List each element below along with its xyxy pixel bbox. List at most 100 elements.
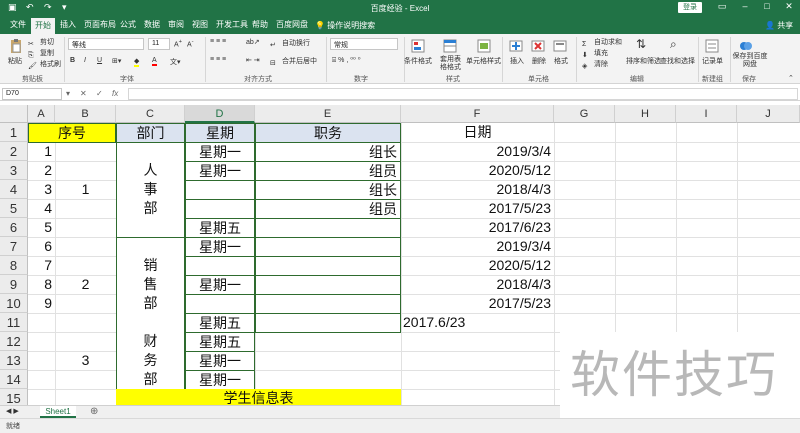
row-header-15[interactable]: 15	[0, 389, 28, 405]
cell-b-group-1[interactable]: 1	[55, 180, 116, 199]
column-header-d[interactable]: D	[185, 105, 255, 123]
cell-a2[interactable]: 1	[28, 142, 55, 161]
close-icon[interactable]: ✕	[782, 1, 796, 12]
delete-cells-icon[interactable]	[530, 38, 546, 54]
save-to-baidu-button[interactable]: 保存到百度网盘	[732, 53, 768, 69]
grow-font-icon[interactable]: A+	[174, 39, 182, 48]
cell-e7[interactable]	[255, 237, 401, 257]
column-header-e[interactable]: E	[255, 105, 401, 123]
cell-a7[interactable]: 6	[28, 237, 55, 256]
row-header-9[interactable]: 9	[0, 275, 28, 294]
cell-a8[interactable]: 7	[28, 256, 55, 275]
cell-e2[interactable]: 组长	[255, 142, 401, 162]
cell-d14[interactable]: 星期一	[185, 370, 255, 390]
column-header-c[interactable]: C	[116, 105, 185, 123]
column-header-h[interactable]: H	[615, 105, 676, 123]
sheet-nav-icon[interactable]: ◀ ▶	[6, 407, 19, 415]
row-header-7[interactable]: 7	[0, 237, 28, 256]
wrap-text-button[interactable]: ↵ 自动换行	[270, 38, 310, 51]
row-header-1[interactable]: 1	[0, 123, 28, 142]
tab-formulas[interactable]: 公式	[120, 19, 136, 30]
cell-e8[interactable]	[255, 256, 401, 276]
record-form-icon[interactable]	[704, 38, 720, 54]
cell-f5[interactable]: 2017/5/23	[401, 199, 554, 218]
shrink-font-icon[interactable]: A-	[187, 39, 194, 48]
find-select-icon[interactable]: ⌕	[670, 37, 677, 52]
dept-hr-cell[interactable]: 人 事 部	[116, 142, 185, 238]
cell-e9[interactable]	[255, 275, 401, 295]
cell-f10[interactable]: 2017/5/23	[401, 294, 554, 313]
sheet-tab-sheet1[interactable]: Sheet1	[40, 406, 76, 418]
share-button[interactable]: 👤 共享	[765, 20, 793, 31]
row-header-3[interactable]: 3	[0, 161, 28, 180]
fill-color-icon[interactable]: ◆	[134, 57, 140, 67]
header-cell-weekday[interactable]: 星期	[185, 123, 255, 143]
cell-e11[interactable]	[255, 313, 401, 333]
cell-styles-icon[interactable]	[476, 38, 492, 54]
insert-function-icon[interactable]: fx	[112, 89, 118, 98]
column-header-a[interactable]: A	[28, 105, 55, 123]
column-header-i[interactable]: I	[676, 105, 737, 123]
cell-a5[interactable]: 4	[28, 199, 55, 218]
horizontal-align-icons[interactable]: ≡ ≡ ≡	[210, 56, 226, 63]
row-header-11[interactable]: 11	[0, 313, 28, 332]
cell-d3[interactable]: 星期一	[185, 161, 255, 181]
format-as-table-icon[interactable]	[442, 38, 458, 54]
row-header-6[interactable]: 6	[0, 218, 28, 237]
merged-title-cell[interactable]: 学生信息表	[116, 389, 401, 405]
minimize-icon[interactable]: –	[738, 1, 752, 11]
cell-d4[interactable]	[185, 180, 255, 200]
paste-icon[interactable]	[8, 38, 24, 54]
tab-review[interactable]: 审阅	[168, 19, 184, 30]
conditional-format-button[interactable]: 条件格式	[404, 56, 432, 66]
delete-button[interactable]: 删除	[532, 56, 546, 66]
enter-icon[interactable]: ✓	[96, 89, 103, 98]
format-painter-button[interactable]: 🖌 格式刷	[28, 59, 61, 72]
cell-e5[interactable]: 组员	[255, 199, 401, 219]
cell-f4[interactable]: 2018/4/3	[401, 180, 554, 199]
cell-f8[interactable]: 2020/5/12	[401, 256, 554, 275]
cell-d6[interactable]: 星期五	[185, 218, 255, 238]
insert-button[interactable]: 插入	[510, 56, 524, 66]
font-name-select[interactable]: 等线	[68, 38, 144, 50]
tab-view[interactable]: 视图	[192, 19, 208, 30]
tab-page-layout[interactable]: 页面布局	[84, 19, 116, 30]
conditional-format-icon[interactable]	[410, 38, 426, 54]
orientation-icon[interactable]: ab↗	[246, 38, 260, 46]
tab-developer[interactable]: 开发工具	[216, 19, 248, 30]
tab-baidu[interactable]: 百度网盘	[276, 19, 308, 30]
cell-b-group-2[interactable]: 2	[55, 275, 116, 294]
cell-e10[interactable]	[255, 294, 401, 314]
cell-d10[interactable]	[185, 294, 255, 314]
merge-center-button[interactable]: ⊟ 合并后居中	[270, 56, 317, 69]
add-sheet-icon[interactable]: ⊕	[90, 406, 98, 417]
tab-data[interactable]: 数据	[144, 19, 160, 30]
cell-f2[interactable]: 2019/3/4	[401, 142, 554, 161]
tab-file[interactable]: 文件	[10, 19, 26, 30]
baidu-netdisk-icon[interactable]	[738, 38, 754, 54]
format-button[interactable]: 格式	[554, 56, 568, 66]
tab-help[interactable]: 帮助	[252, 19, 268, 30]
borders-icon[interactable]: ⊞▾	[112, 57, 121, 65]
clear-button[interactable]: ◈ 清除	[582, 59, 608, 72]
format-as-table-button[interactable]: 套用表格格式	[440, 56, 466, 72]
cell-a10[interactable]: 9	[28, 294, 55, 313]
cell-d2[interactable]: 星期一	[185, 142, 255, 162]
vertical-align-icons[interactable]: ≡ ≡ ≡	[210, 38, 226, 45]
row-header-13[interactable]: 13	[0, 351, 28, 370]
cell-d8[interactable]	[185, 256, 255, 276]
column-header-g[interactable]: G	[554, 105, 615, 123]
header-cell-date[interactable]: 日期	[401, 123, 554, 142]
sort-filter-icon[interactable]: ⇅	[636, 37, 646, 51]
tab-home[interactable]: 开始	[31, 18, 55, 34]
number-format-select[interactable]: 常规	[330, 38, 398, 50]
cell-d13[interactable]: 星期一	[185, 351, 255, 371]
bold-button[interactable]: B	[70, 57, 75, 64]
column-header-f[interactable]: F	[401, 105, 554, 123]
row-header-4[interactable]: 4	[0, 180, 28, 199]
indent-icons[interactable]: ⇤ ⇥	[246, 56, 260, 64]
cell-a3[interactable]: 2	[28, 161, 55, 180]
row-header-8[interactable]: 8	[0, 256, 28, 275]
cell-f9[interactable]: 2018/4/3	[401, 275, 554, 294]
cell-e3[interactable]: 组员	[255, 161, 401, 181]
